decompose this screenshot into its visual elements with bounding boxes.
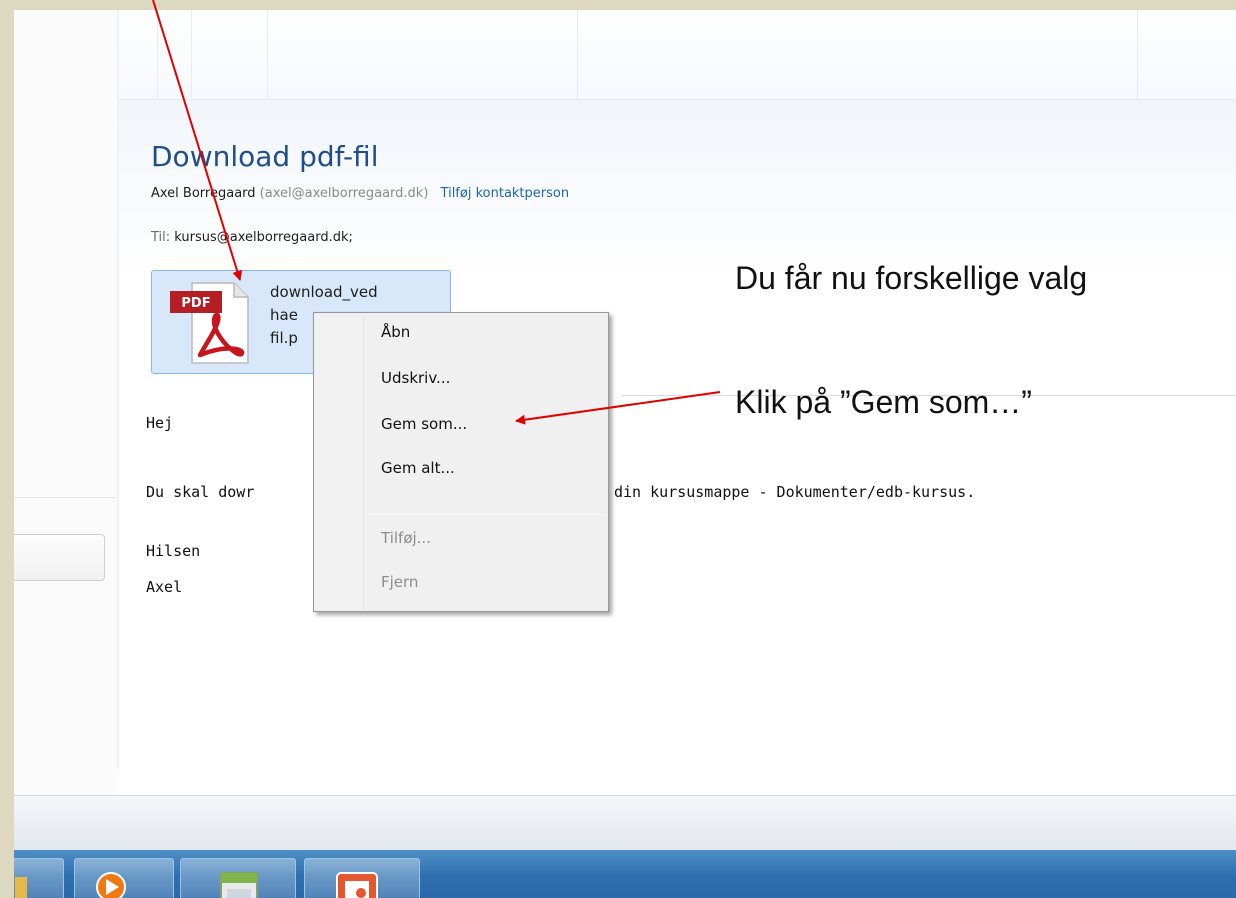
taskbar-button-media-player[interactable] [74, 858, 174, 898]
pane-divider [14, 497, 117, 498]
folder-pane [14, 10, 117, 795]
slide-left-border [0, 0, 14, 898]
menu-icon-column [316, 315, 364, 609]
menu-item-save-all[interactable]: Gem alt... [381, 459, 455, 477]
body-closing-2: Axel [146, 578, 183, 596]
body-closing-1: Hilsen [146, 542, 201, 560]
window-icon [220, 872, 258, 898]
pdf-file-icon: PDF [170, 282, 249, 364]
annotation-choices: Du får nu forskellige valg [735, 260, 1088, 296]
sender-name[interactable]: Axel Borregaard [151, 186, 256, 201]
pdf-badge-text: PDF [181, 296, 210, 311]
body-line-left: Du skal dowr [146, 483, 255, 501]
screen: Download pdf-fil Axel Borregaard (axel@a… [14, 10, 1236, 898]
attachment-context-menu: Åbn Udskriv... Gem som... Gem alt... Til… [313, 312, 609, 612]
toolbar-separator [157, 10, 158, 100]
taskbar-button-presentation[interactable] [304, 858, 420, 898]
status-strip [14, 795, 1236, 850]
folder-icon [15, 877, 27, 898]
toolbar-separator [577, 10, 578, 100]
folder-pane-button[interactable] [14, 534, 105, 581]
attachment-filename-line2: hae [270, 306, 298, 324]
toolbar-separator [191, 10, 192, 100]
to-label: Til: [151, 230, 171, 245]
add-contact-link[interactable]: Tilføj kontaktperson [441, 186, 570, 201]
taskbar-button-window[interactable] [180, 858, 296, 898]
attachment-filename-line3: fil.p [270, 329, 298, 347]
sender-line: Axel Borregaard (axel@axelborregaard.dk)… [151, 186, 569, 201]
annotation-click-save-as: Klik på ”Gem som…” [735, 384, 1032, 420]
attachment-filename-line1: download_ved [270, 283, 378, 301]
toolbar-separator [267, 10, 268, 100]
media-player-icon [96, 872, 126, 898]
presentation-icon [336, 872, 378, 898]
menu-item-add[interactable]: Tilføj... [381, 529, 431, 547]
toolbar-separator [1137, 10, 1138, 100]
menu-item-open[interactable]: Åbn [381, 323, 410, 341]
message-header: Download pdf-fil Axel Borregaard (axel@a… [119, 100, 1236, 396]
taskbar-button-folder[interactable] [14, 858, 64, 898]
menu-item-save-as[interactable]: Gem som... [381, 415, 467, 433]
menu-item-remove[interactable]: Fjern [381, 573, 418, 591]
recipient-address[interactable]: kursus@axelborregaard.dk; [174, 230, 353, 245]
menu-item-print[interactable]: Udskriv... [381, 369, 450, 387]
sender-email: (axel@axelborregaard.dk) [259, 186, 429, 201]
body-line-right: din kursusmappe - Dokumenter/edb-kursus. [614, 483, 976, 501]
message-subject: Download pdf-fil [151, 140, 379, 173]
taskbar [14, 850, 1236, 898]
body-greeting: Hej [146, 414, 174, 432]
menu-separator [368, 514, 602, 515]
message-toolbar [119, 10, 1236, 100]
recipient-line: Til: kursus@axelborregaard.dk; [151, 230, 353, 245]
